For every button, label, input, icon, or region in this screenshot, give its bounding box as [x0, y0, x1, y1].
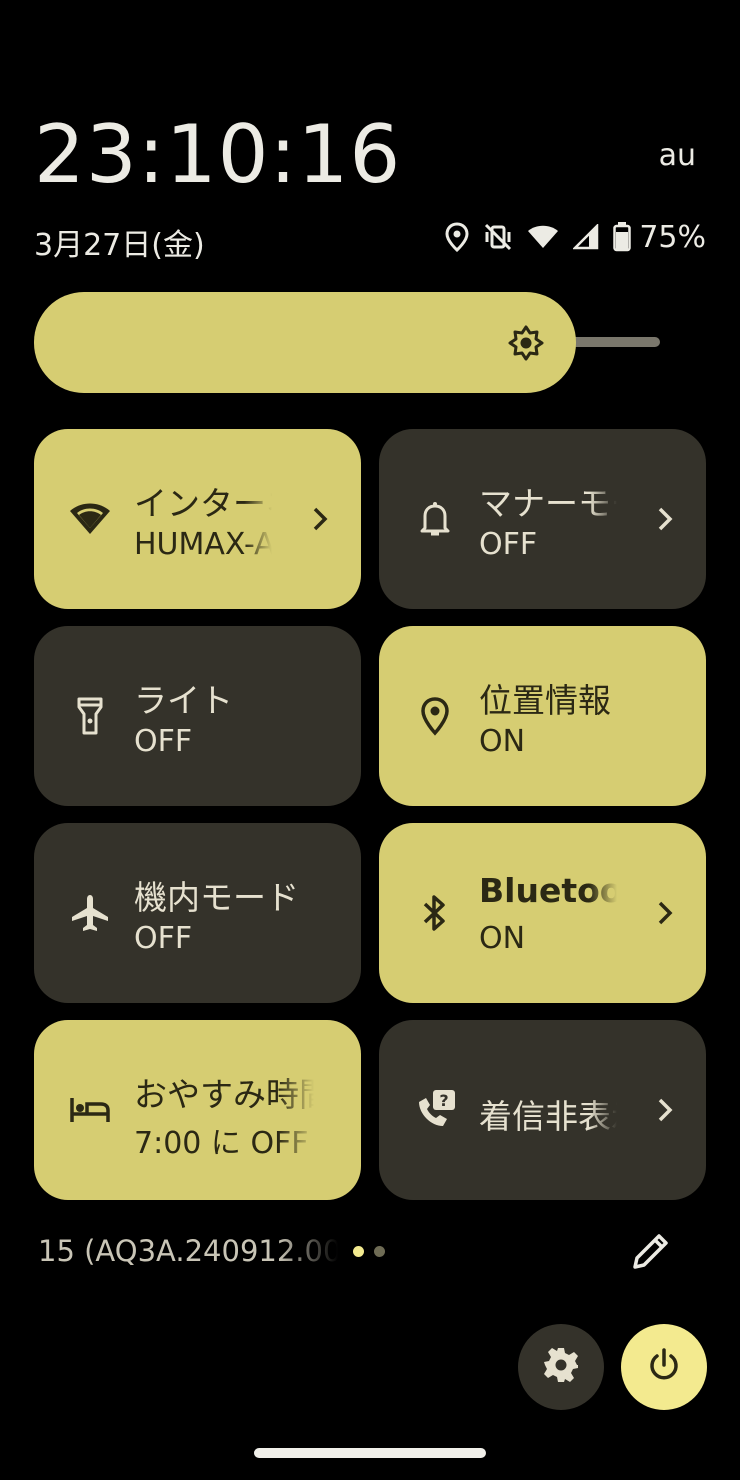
- page-indicator: [353, 1246, 385, 1257]
- tile-manner-title: マナーモード: [479, 484, 617, 523]
- tile-airplane-title: 機内モード: [134, 878, 299, 917]
- bed-icon: [68, 1088, 112, 1132]
- bluetooth-icon: [413, 891, 457, 935]
- vibrate-off-icon: [483, 223, 513, 251]
- power-button[interactable]: [621, 1324, 707, 1410]
- chevron-right-icon: [658, 901, 673, 925]
- tile-flashlight[interactable]: ライト OFF: [34, 626, 361, 806]
- airplane-icon: [68, 891, 112, 935]
- brightness-slider[interactable]: [34, 292, 576, 393]
- edit-icon[interactable]: [630, 1230, 672, 1276]
- build-number[interactable]: 15 (AQ3A.240912.001): [38, 1234, 338, 1268]
- tile-internet-subtitle: HUMAX-A: [134, 527, 272, 562]
- tile-location-title: 位置情報: [479, 681, 611, 720]
- tile-bedtime-title: おやすみ時間: [134, 1075, 314, 1114]
- chevron-right-icon: [313, 507, 328, 531]
- wifi-icon: [527, 224, 559, 250]
- status-bar-icons: 75%: [445, 218, 706, 256]
- tile-flashlight-subtitle: OFF: [134, 724, 193, 759]
- clock-time[interactable]: 23:10:16: [34, 108, 401, 201]
- settings-button[interactable]: [518, 1324, 604, 1410]
- bell-icon: [413, 497, 457, 541]
- tile-internet-title: インターネット: [134, 484, 272, 523]
- tile-bedtime[interactable]: おやすみ時間 7:00 に OFF: [34, 1020, 361, 1200]
- tile-bluetooth-title: Bluetooth: [479, 871, 617, 910]
- tile-bedtime-subtitle: 7:00 に OFF: [134, 1126, 309, 1161]
- location-icon: [413, 694, 457, 738]
- signal-icon: [573, 224, 599, 250]
- battery-icon: [613, 222, 632, 252]
- carrier-name: au: [658, 138, 696, 173]
- tile-airplane-mode[interactable]: 機内モード OFF: [34, 823, 361, 1003]
- gear-icon: [542, 1346, 580, 1388]
- page-dot-active: [353, 1246, 364, 1257]
- page-dot: [374, 1246, 385, 1257]
- tile-internet[interactable]: インターネット HUMAX-A: [34, 429, 361, 609]
- tile-manner-subtitle: OFF: [479, 527, 538, 562]
- tile-manner-mode[interactable]: マナーモード OFF: [379, 429, 706, 609]
- tile-caller-id[interactable]: ? 着信非表示: [379, 1020, 706, 1200]
- call-question-icon: ?: [413, 1088, 457, 1132]
- tile-caller-id-title: 着信非表示: [479, 1097, 617, 1136]
- tile-bluetooth[interactable]: Bluetooth ON: [379, 823, 706, 1003]
- flashlight-icon: [68, 694, 112, 738]
- tile-flashlight-title: ライト: [134, 681, 233, 720]
- wifi-icon: [68, 497, 112, 541]
- tile-location[interactable]: 位置情報 ON: [379, 626, 706, 806]
- tile-airplane-subtitle: OFF: [134, 921, 193, 956]
- date-label[interactable]: 3月27日(金): [34, 220, 205, 264]
- chevron-right-icon: [658, 1098, 673, 1122]
- tile-location-subtitle: ON: [479, 724, 526, 759]
- brightness-icon: [507, 324, 545, 366]
- tile-bluetooth-subtitle: ON: [479, 921, 526, 956]
- svg-text:?: ?: [439, 1091, 448, 1110]
- power-icon: [646, 1347, 682, 1387]
- battery-percent: 75%: [639, 219, 706, 255]
- location-icon: [445, 222, 469, 252]
- gesture-nav-handle[interactable]: [254, 1448, 486, 1458]
- chevron-right-icon: [658, 507, 673, 531]
